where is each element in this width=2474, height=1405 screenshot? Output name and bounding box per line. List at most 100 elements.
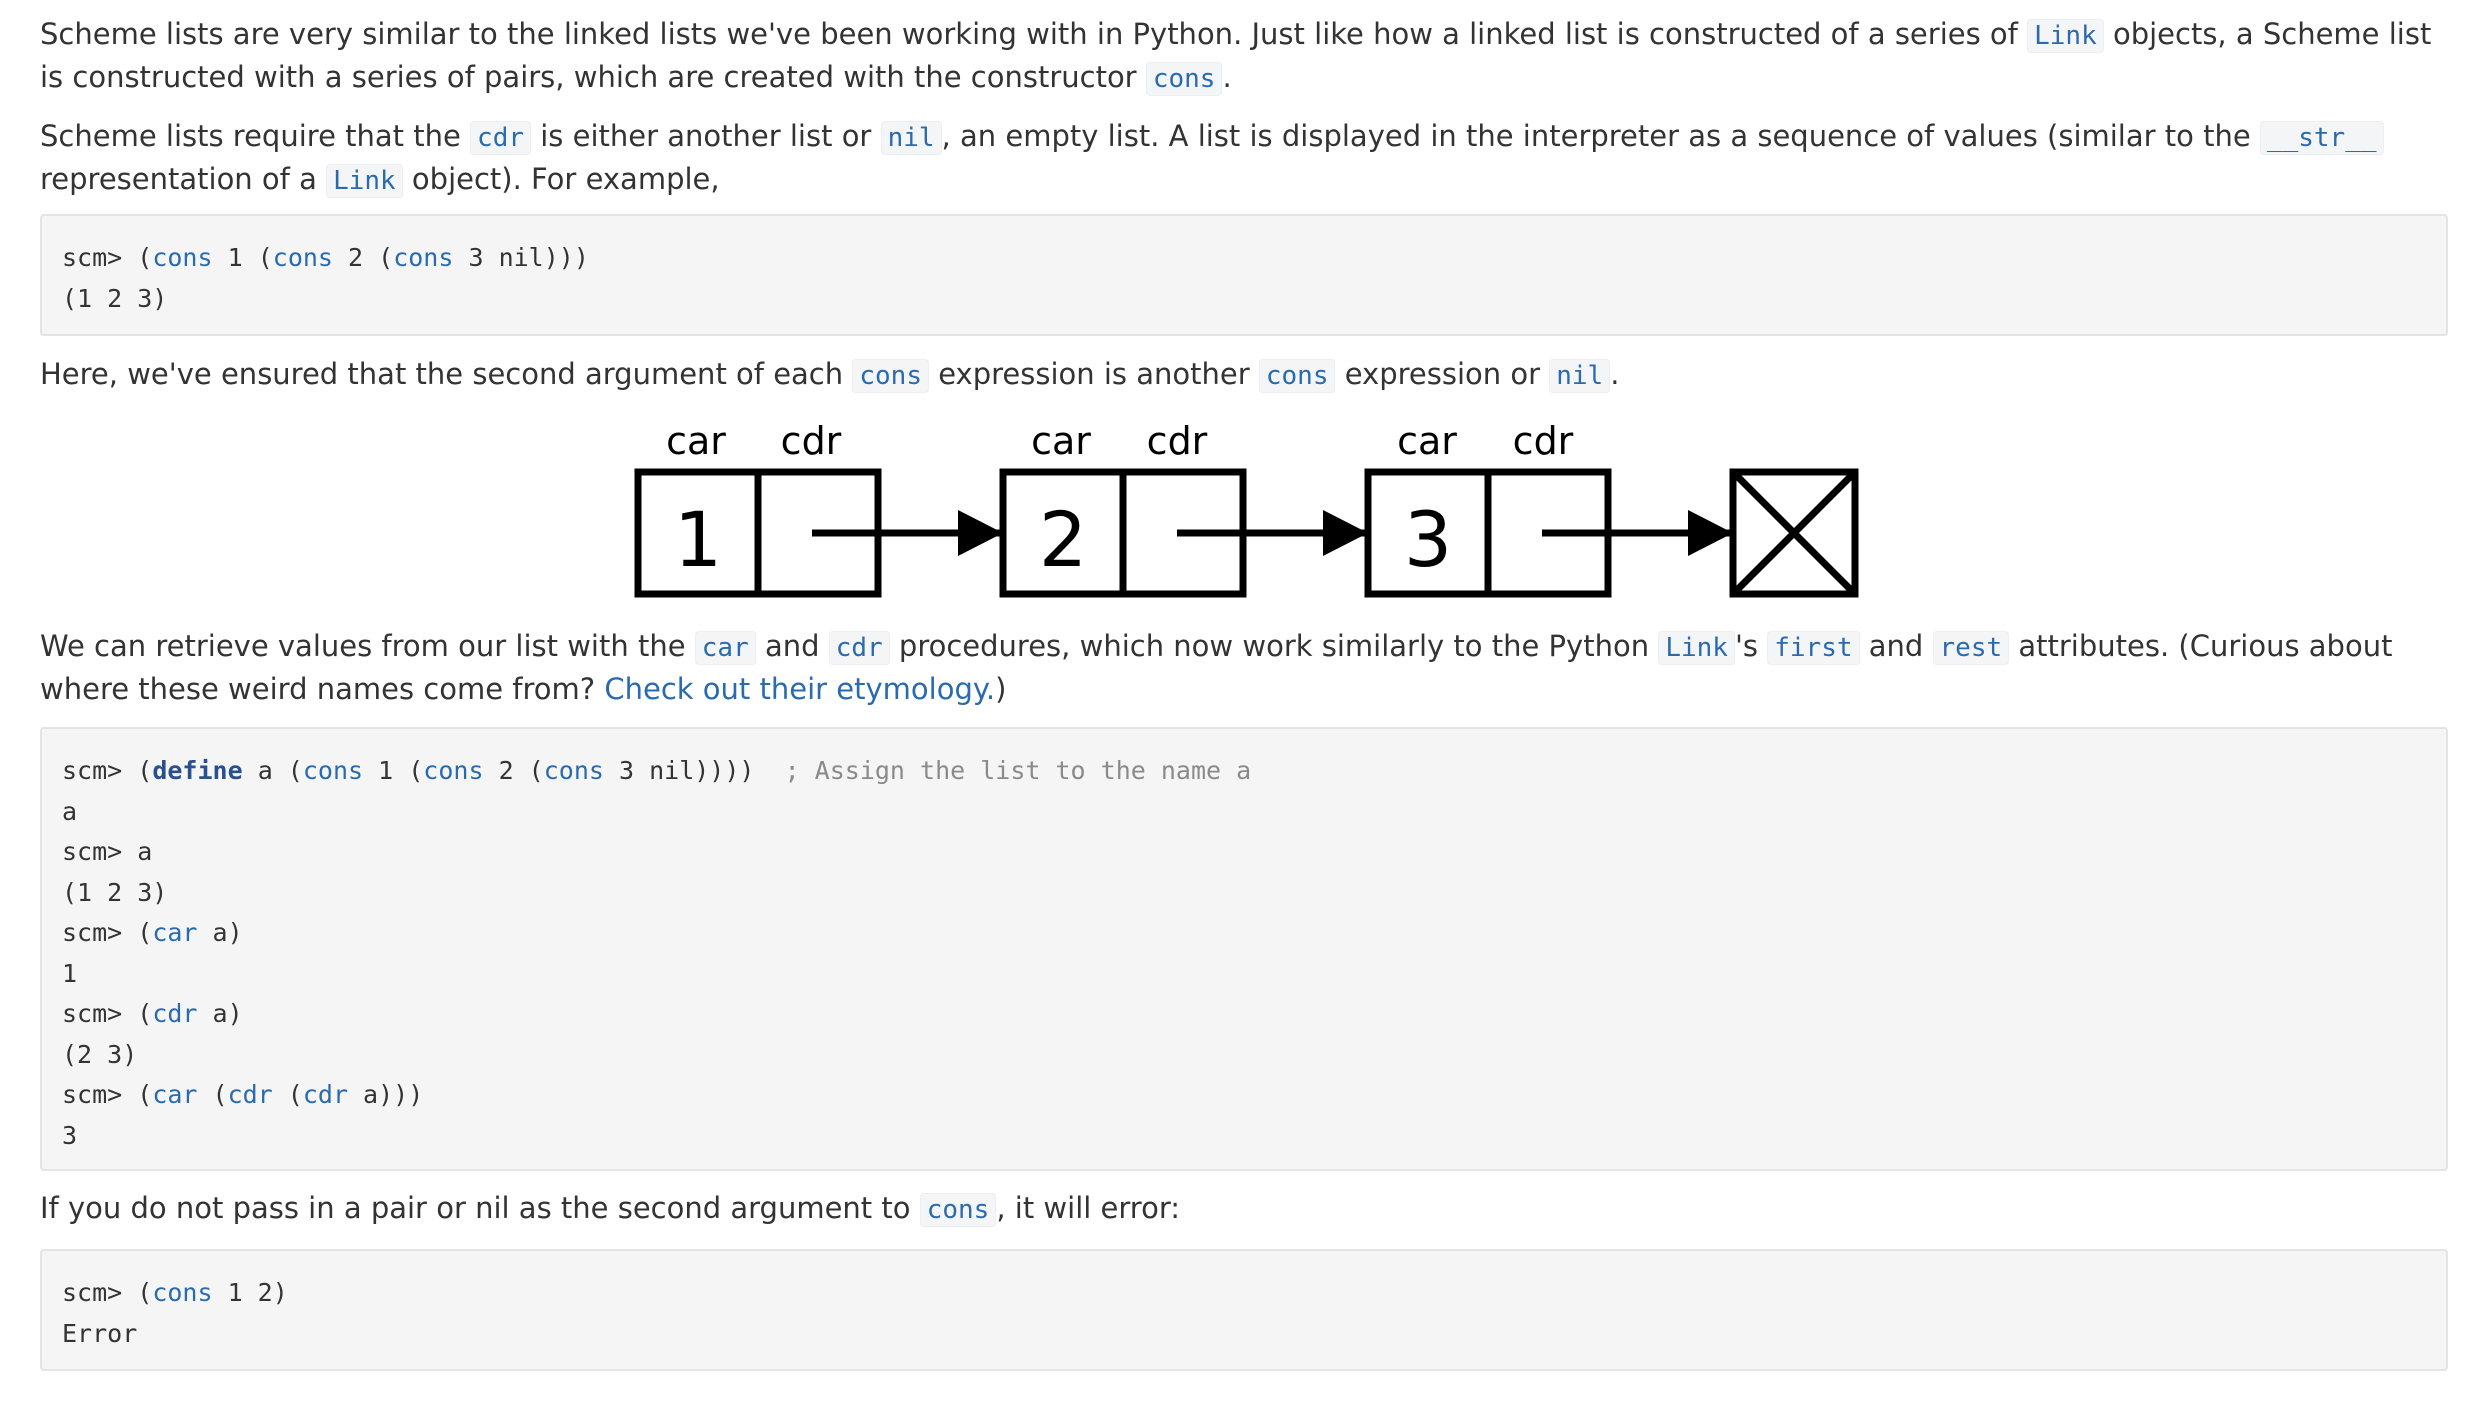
paragraph-error-note: If you do not pass in a pair or nil as t… bbox=[40, 1188, 1180, 1231]
code-text: 3 nil))) bbox=[453, 243, 589, 272]
code-text: scm> ( bbox=[62, 999, 153, 1028]
code-line: (1 2 3) bbox=[62, 283, 168, 313]
code-builtin: cons bbox=[152, 1278, 213, 1307]
code-builtin: cdr bbox=[227, 1080, 273, 1109]
text: We can retrieve values from our list wit… bbox=[40, 629, 695, 663]
code-line: scm> (cons 1 2) bbox=[62, 1273, 2426, 1314]
text: is either another list or bbox=[531, 119, 881, 153]
code-builtin: cons bbox=[152, 243, 213, 272]
code-text: 1 ( bbox=[212, 243, 273, 272]
code-text: scm> bbox=[62, 243, 138, 272]
inline-code: first bbox=[1767, 631, 1860, 665]
inline-code: cdr bbox=[470, 121, 532, 155]
code-line: (2 3) bbox=[62, 1039, 138, 1069]
inline-code: nil bbox=[1549, 359, 1611, 393]
code-builtin: car bbox=[152, 918, 198, 947]
text: procedures, which now work similarly to … bbox=[889, 629, 1659, 663]
inline-code: cons bbox=[1258, 359, 1336, 393]
text: 's bbox=[1734, 629, 1768, 663]
code-builtin: cons bbox=[393, 243, 454, 272]
inline-code: car bbox=[694, 631, 756, 665]
code-builtin: car bbox=[152, 1080, 198, 1109]
cdr-label: cdr bbox=[1513, 419, 1574, 463]
text: Here, we've ensured that the second argu… bbox=[40, 357, 853, 391]
car-label: car bbox=[666, 419, 726, 463]
code-keyword: define bbox=[152, 756, 243, 785]
text: expression is another bbox=[928, 357, 1259, 391]
text: ) bbox=[995, 672, 1007, 706]
paragraph-intro: Scheme lists are very similar to the lin… bbox=[40, 14, 2448, 100]
text: object). For example, bbox=[402, 162, 720, 196]
code-text: a))) bbox=[348, 1080, 424, 1109]
cdr-pointer-arrow bbox=[1177, 510, 1368, 556]
code-text: 2 ( bbox=[483, 756, 544, 785]
car-label: car bbox=[1031, 419, 1091, 463]
inline-code: cdr bbox=[828, 631, 890, 665]
etymology-link[interactable]: Check out their etymology. bbox=[604, 672, 995, 706]
code-line: scm> (cdr a) bbox=[62, 994, 2426, 1035]
code-text: 3 nil)))) bbox=[603, 756, 755, 785]
code-text: scm> bbox=[62, 756, 138, 785]
code-text: 2 ( bbox=[332, 243, 394, 272]
cdr-label: cdr bbox=[1147, 419, 1208, 463]
code-builtin: cons bbox=[423, 756, 484, 785]
code-block-car-cdr-example[interactable]: scm> (define a (cons 1 (cons 2 (cons 3 n… bbox=[40, 727, 2448, 1171]
code-line: scm> (car a) bbox=[62, 913, 2426, 954]
paragraph-cons-explanation: Here, we've ensured that the second argu… bbox=[40, 354, 1619, 397]
pair-value: 1 bbox=[674, 495, 722, 584]
car-label: car bbox=[1397, 419, 1457, 463]
code-line: (1 2 3) bbox=[62, 877, 168, 907]
text: , it will error: bbox=[996, 1191, 1181, 1225]
inline-code: cons bbox=[919, 1193, 997, 1227]
text: If you do not pass in a pair or nil as t… bbox=[40, 1191, 920, 1225]
linked-list-diagram: car cdr car cdr car cdr 1 2 3 bbox=[634, 419, 1859, 598]
text: Scheme lists require that the bbox=[40, 119, 471, 153]
paragraph-cdr-requirement: Scheme lists require that the cdr is eit… bbox=[40, 116, 2448, 202]
code-text: scm> ( bbox=[62, 1080, 153, 1109]
inline-code: Link bbox=[2027, 19, 2104, 53]
code-line: scm> a bbox=[62, 837, 153, 866]
code-line: scm> (car (cdr (cdr a))) bbox=[62, 1075, 2426, 1116]
text: . bbox=[1222, 60, 1232, 94]
code-text: a) bbox=[197, 999, 243, 1028]
code-text: a ( bbox=[242, 756, 303, 785]
code-line: a bbox=[62, 796, 78, 826]
code-text: scm> ( bbox=[62, 1278, 153, 1307]
code-block-cons-example[interactable]: scm> (cons 1 (cons 2 (cons 3 nil))) (1 2… bbox=[40, 214, 2448, 336]
code-builtin: cdr bbox=[302, 1080, 348, 1109]
paragraph-car-cdr: We can retrieve values from our list wit… bbox=[40, 626, 2448, 710]
text: . bbox=[1610, 357, 1620, 391]
pair-value: 3 bbox=[1404, 495, 1452, 584]
cdr-label: cdr bbox=[781, 419, 842, 463]
text: and bbox=[755, 629, 829, 663]
code-text: ( bbox=[272, 1080, 303, 1109]
code-text: ( bbox=[197, 1080, 228, 1109]
cdr-pointer-arrow bbox=[1542, 510, 1733, 556]
pair-value: 2 bbox=[1039, 495, 1087, 584]
code-text: scm> ( bbox=[62, 918, 153, 947]
code-line: 3 bbox=[62, 1120, 78, 1150]
cdr-pointer-arrow bbox=[812, 510, 1003, 556]
code-block-error-example[interactable]: scm> (cons 1 2) Error bbox=[40, 1249, 2448, 1371]
inline-code: Link bbox=[1658, 631, 1735, 665]
inline-code: Link bbox=[326, 164, 403, 198]
inline-code: cons bbox=[852, 359, 929, 393]
code-builtin: cons bbox=[272, 243, 333, 272]
code-text: 1 2) bbox=[212, 1278, 288, 1307]
code-comment: ; Assign the list to the name a bbox=[754, 756, 1252, 785]
text: Scheme lists are very similar to the lin… bbox=[40, 17, 2028, 51]
code-text: a) bbox=[197, 918, 243, 947]
code-line: scm> (define a (cons 1 (cons 2 (cons 3 n… bbox=[62, 756, 1252, 785]
inline-code: nil bbox=[880, 121, 942, 155]
inline-code: rest bbox=[1932, 631, 2010, 665]
code-text: ( bbox=[137, 243, 153, 272]
inline-code: __str__ bbox=[2259, 121, 2384, 155]
code-line: Error bbox=[62, 1318, 138, 1348]
text: and bbox=[1859, 629, 1933, 663]
code-line: 1 bbox=[62, 958, 78, 988]
code-builtin: cons bbox=[543, 756, 604, 785]
code-builtin: cdr bbox=[152, 999, 198, 1028]
code-text: 1 ( bbox=[363, 756, 424, 785]
code-line: scm> (cons 1 (cons 2 (cons 3 nil))) bbox=[62, 238, 2426, 279]
text: representation of a bbox=[40, 162, 327, 196]
